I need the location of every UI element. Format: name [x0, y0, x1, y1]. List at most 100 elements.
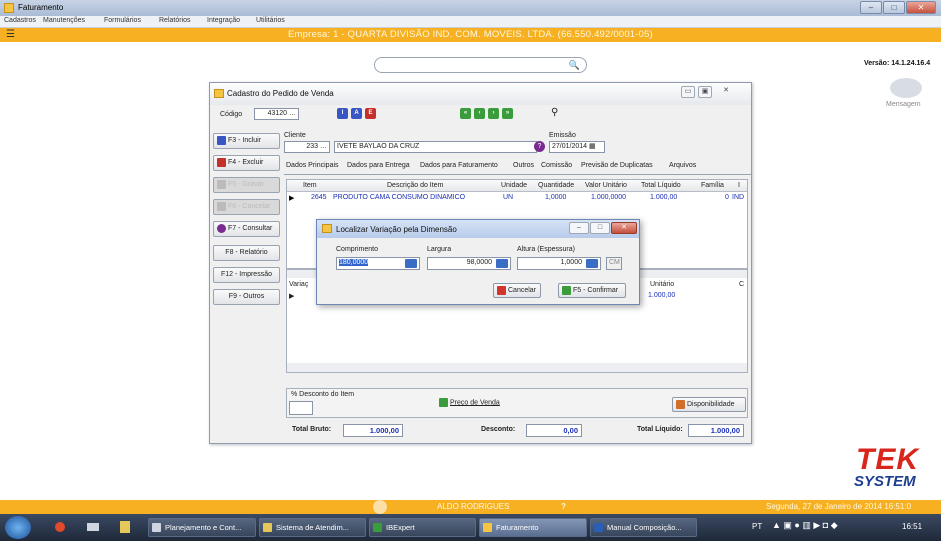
incluir-button[interactable]: F3 - Incluir	[213, 133, 280, 149]
col-i[interactable]: I	[738, 182, 740, 189]
taskbar-item[interactable]: IBExpert	[369, 518, 476, 537]
last-record-button[interactable]: »	[502, 108, 513, 119]
window-icon	[263, 523, 272, 532]
close-button[interactable]: ✕	[611, 222, 637, 234]
search-icon[interactable]: 🔍	[569, 60, 580, 71]
toolbar-button-a[interactable]: A	[351, 108, 362, 119]
calculator-icon[interactable]	[405, 259, 417, 268]
col-valor-unitario[interactable]: Valor Unitário	[585, 182, 627, 189]
maximize-button[interactable]: ▣	[698, 86, 712, 98]
start-icon[interactable]	[5, 516, 31, 539]
col-familia[interactable]: Família	[701, 182, 724, 189]
help-icon[interactable]: ?	[561, 502, 566, 511]
toolbar-button-e[interactable]: E	[365, 108, 376, 119]
minimize-button[interactable]: –	[569, 222, 589, 234]
pedido-titlebar: Cadastro do Pedido de Venda ▭ ▣ ✕	[210, 83, 751, 105]
excluir-button[interactable]: F4 - Excluir	[213, 155, 280, 171]
largura-label: Largura	[427, 246, 452, 253]
menu-utilitarios[interactable]: Utilitários	[256, 17, 285, 24]
variacao-dialog: Localizar Variação pela Dimensão – □ ✕ C…	[316, 219, 640, 305]
impressao-button[interactable]: F12 - Impressão	[213, 267, 280, 283]
first-record-button[interactable]: «	[460, 108, 471, 119]
codigo-label: Código	[220, 111, 243, 118]
gravar-button[interactable]: F5 - Gravar	[213, 177, 280, 193]
search-input[interactable]: 🔍	[374, 57, 587, 73]
cancelar-button[interactable]: F6 - Cancelar	[213, 199, 280, 215]
app-icon[interactable]	[120, 521, 130, 533]
save-icon	[217, 179, 226, 189]
next-record-button[interactable]: ›	[488, 108, 499, 119]
messages-icon[interactable]	[890, 78, 922, 98]
dialog-titlebar: Localizar Variação pela Dimensão – □ ✕	[317, 220, 639, 238]
help-icon[interactable]: ?	[534, 141, 545, 152]
menu-cadastros[interactable]: Cadastros	[4, 17, 36, 24]
preco-venda-button[interactable]: Preço de Venda	[439, 398, 500, 407]
total-liquido-value: 1.000,00	[688, 424, 744, 437]
tab-divider	[284, 174, 751, 175]
calculator-icon[interactable]	[496, 259, 508, 268]
menu-relatorios[interactable]: Relatórios	[159, 17, 191, 24]
menu-integracao[interactable]: Integração	[207, 17, 240, 24]
cancel-button[interactable]: Cancelar	[493, 283, 541, 298]
prev-record-button[interactable]: ‹	[474, 108, 485, 119]
desconto-panel: % Desconto do Item Preço de Venda Dispon…	[286, 388, 748, 418]
col-unidade[interactable]: Unidade	[501, 182, 527, 189]
col-item[interactable]: Item	[303, 182, 317, 189]
maximize-button[interactable]: □	[883, 1, 905, 14]
maximize-button[interactable]: □	[590, 222, 610, 234]
emissao-field[interactable]: 27/01/2014 ▦	[549, 141, 605, 153]
tab-dados-entrega[interactable]: Dados para Entrega	[347, 162, 410, 169]
taskbar-item[interactable]: Manual Composição...	[590, 518, 697, 537]
tab-previsao-duplicatas[interactable]: Previsão de Duplicatas	[581, 162, 653, 169]
taskbar-item[interactable]: Faturamento	[479, 518, 587, 537]
menu-bar: Cadastros Manutenções Formulários Relató…	[0, 16, 941, 28]
chrome-icon[interactable]	[55, 522, 65, 532]
tab-outros[interactable]: Outros	[513, 162, 534, 169]
close-button[interactable]: ✕	[719, 86, 733, 98]
calculator-icon[interactable]	[586, 259, 598, 268]
desktop-icon[interactable]	[87, 523, 99, 531]
messages-label: Mensagem	[886, 101, 921, 108]
consultar-button[interactable]: F7 - Consultar	[213, 221, 280, 237]
binoculars-icon[interactable]: ⚲	[551, 107, 558, 118]
confirm-icon	[562, 285, 571, 295]
col-c[interactable]: C	[739, 281, 744, 288]
toolbar-button-i[interactable]: I	[337, 108, 348, 119]
tab-comissao[interactable]: Comissão	[541, 162, 572, 169]
cliente-code-field[interactable]: 233 …	[284, 141, 330, 153]
word-icon	[594, 523, 603, 532]
tray-icons[interactable]: ▲ ▣ ● ▥ ▶ ◘ ◆	[772, 520, 838, 531]
table-row[interactable]: ▶ 2645 PRODUTO CAMA CONSUMO DINAMICO UN …	[287, 193, 747, 203]
col-quantidade[interactable]: Quantidade	[538, 182, 574, 189]
language-indicator[interactable]: PT	[752, 522, 762, 531]
taskbar-item[interactable]: Sistema de Atendim...	[259, 518, 366, 537]
minimize-button[interactable]: ▭	[681, 86, 695, 98]
menu-manutencoes[interactable]: Manutenções	[43, 17, 85, 24]
user-name: ALDO RODRIGUES	[437, 502, 510, 511]
menu-formularios[interactable]: Formulários	[104, 17, 141, 24]
relatorio-button[interactable]: F8 - Relatório	[213, 245, 280, 261]
taskbar-item[interactable]: Planejamento e Cont...	[148, 518, 256, 537]
close-button[interactable]: ✕	[906, 1, 936, 14]
desconto-item-field[interactable]	[289, 401, 313, 415]
col-unitario[interactable]: Unitário	[650, 281, 674, 288]
col-variacao[interactable]: Variaç	[289, 281, 308, 288]
tab-dados-faturamento[interactable]: Dados para Faturamento	[420, 162, 498, 169]
tek-system-logo: TEK SYSTEM	[850, 443, 940, 495]
dialog-icon	[322, 224, 332, 233]
tab-dados-principais[interactable]: Dados Principais	[286, 162, 339, 169]
window-title: Faturamento	[18, 3, 64, 12]
user-icon	[373, 500, 387, 514]
disponibilidade-button[interactable]: Disponibilidade	[672, 397, 746, 412]
confirm-button[interactable]: F5 - Confirmar	[558, 283, 626, 298]
minimize-button[interactable]: –	[860, 1, 882, 14]
col-descricao[interactable]: Descrição do Item	[387, 182, 443, 189]
col-total-liquido[interactable]: Total Líquido	[641, 182, 681, 189]
cliente-name-field[interactable]: IVETE BAYLAO DA CRUZ	[334, 141, 537, 153]
grid-scrollbar[interactable]	[287, 363, 747, 372]
calendar-icon[interactable]: ▦	[589, 143, 596, 150]
pedido-title: Cadastro do Pedido de Venda	[227, 89, 334, 98]
codigo-field[interactable]: 43120 …	[254, 108, 299, 120]
tab-arquivos[interactable]: Arquivos	[669, 162, 696, 169]
outros-button[interactable]: F9 - Outros	[213, 289, 280, 305]
